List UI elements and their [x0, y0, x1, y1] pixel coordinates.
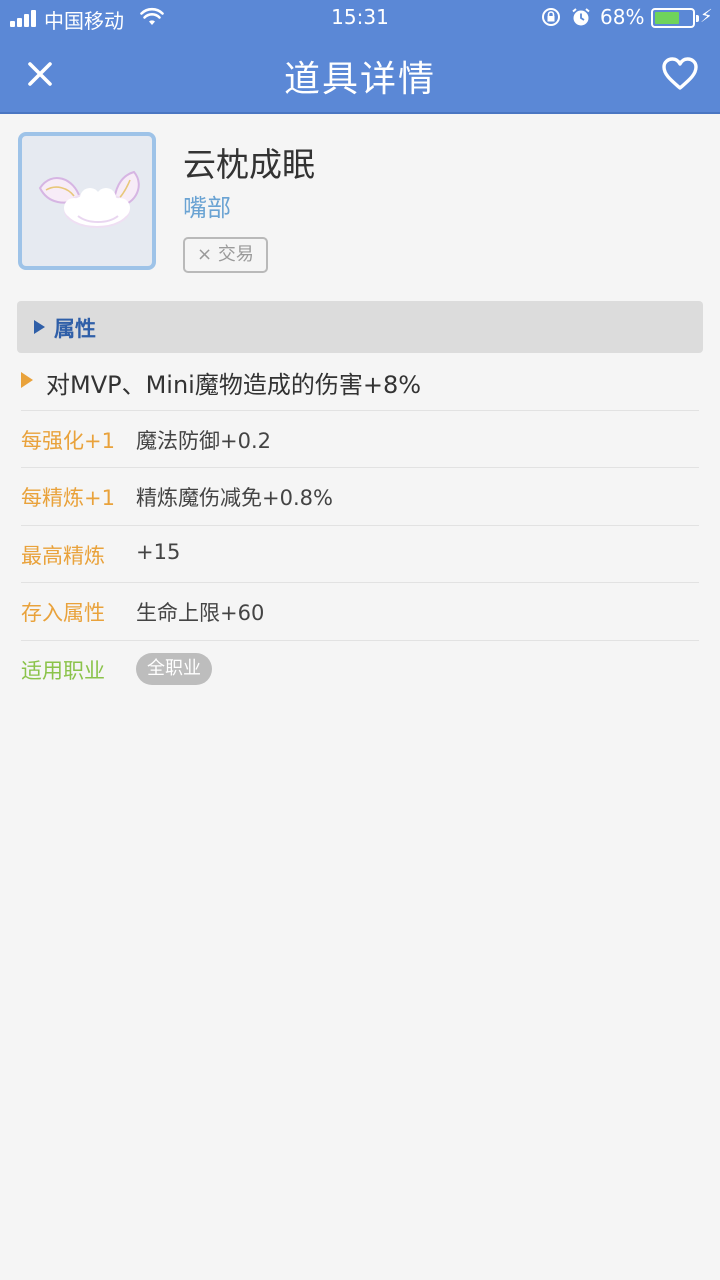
attribute-row: 每精炼+1 精炼魔伤减免+0.8% — [21, 467, 699, 524]
trade-label: 交易 — [217, 244, 254, 265]
page-title: 道具详情 — [283, 59, 436, 100]
attribute-row: 每强化+1 魔法防御+0.2 — [21, 410, 699, 467]
item-slot: 嘴部 — [183, 194, 231, 222]
no-trade-icon: × — [197, 244, 213, 265]
charging-icon: ⚡ — [700, 6, 713, 27]
job-row: 适用职业 全职业 — [21, 640, 699, 697]
effect-text: 对MVP、Mini魔物造成的伤害+8% — [46, 371, 422, 399]
battery-icon — [651, 8, 699, 28]
attribute-value: 精炼魔伤减免+0.8% — [136, 486, 333, 510]
item-name: 云枕成眠 — [183, 145, 315, 184]
item-effect: 对MVP、Mini魔物造成的伤害+8% — [21, 365, 701, 411]
attribute-row: 存入属性 生命上限+60 — [21, 582, 699, 639]
item-image — [18, 132, 156, 270]
battery-percent: 68% — [600, 5, 645, 29]
attributes-section-header[interactable]: 属性 — [17, 301, 703, 353]
caret-right-icon — [21, 372, 33, 388]
section-title: 属性 — [54, 317, 96, 341]
trade-badge: × 交易 — [183, 237, 268, 273]
attribute-row: 最高精炼 +15 — [21, 525, 699, 582]
status-bar: 中国移动 15:31 68% ⚡ — [0, 0, 720, 36]
caret-right-icon — [34, 320, 45, 334]
favorite-heart-icon[interactable] — [660, 54, 700, 94]
top-bar: 中国移动 15:31 68% ⚡ 道具详情 — [0, 0, 720, 114]
alarm-icon — [572, 8, 590, 26]
attribute-value: 魔法防御+0.2 — [136, 429, 271, 453]
job-badge: 全职业 — [136, 653, 212, 685]
attribute-key: 每精炼+1 — [21, 486, 115, 510]
attribute-key: 存入属性 — [21, 601, 105, 625]
job-key: 适用职业 — [21, 659, 105, 683]
attribute-value: 生命上限+60 — [136, 601, 265, 625]
rotation-lock-icon — [542, 8, 560, 26]
attribute-value: +15 — [136, 540, 181, 564]
attribute-key: 每强化+1 — [21, 429, 115, 453]
attribute-key: 最高精炼 — [21, 544, 105, 568]
winged-cloud-icon — [38, 170, 140, 228]
